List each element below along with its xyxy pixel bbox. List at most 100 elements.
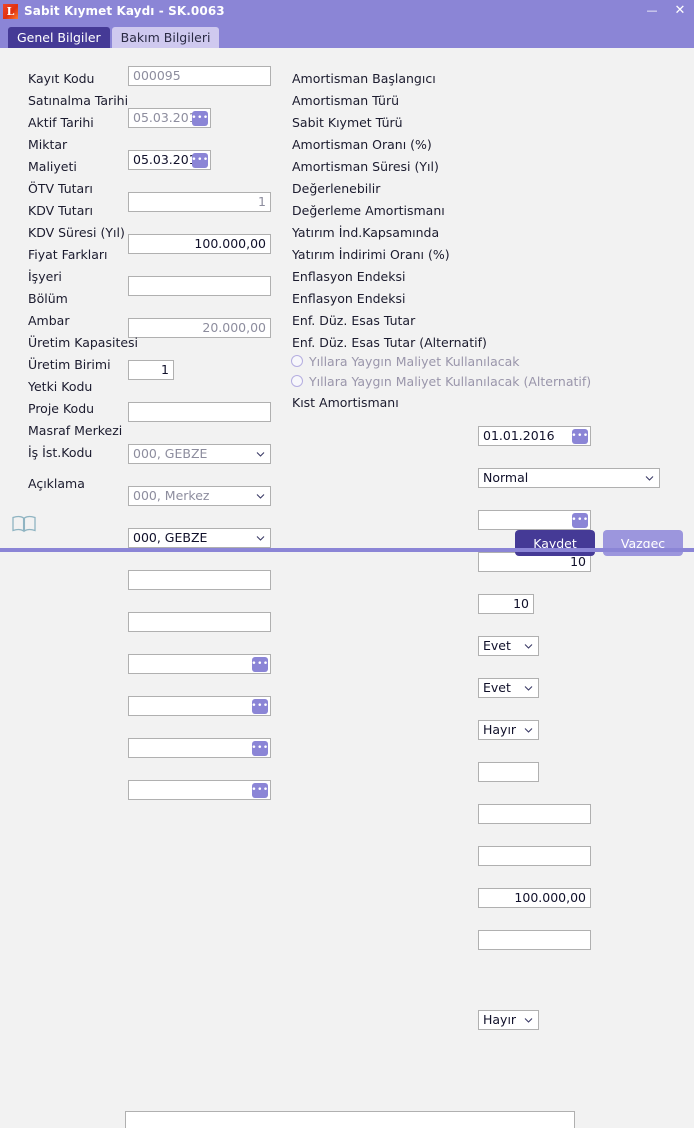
label-kdv-tutari: KDV Tutarı [28,202,93,218]
select-ambar[interactable]: 000, GEBZE [128,528,271,548]
browse-icon-sabit-kiymet-turu[interactable]: ••• [571,513,588,528]
footer-accent-bar [0,548,694,552]
book-icon[interactable] [11,514,37,534]
label-otv-tutari: ÖTV Tutarı [28,180,93,196]
label-amortisman-orani: Amortisman Oranı (%) [292,136,432,152]
label-enf-duz-esas-tutar-alternatif: Enf. Düz. Esas Tutar (Alternatif) [292,334,487,350]
label-yetki-kodu: Yetki Kodu [28,378,93,394]
label-proje-kodu: Proje Kodu [28,400,95,416]
select-bolum[interactable]: 000, Merkez [128,486,271,506]
input-enf-duz-esas-tutar-alternatif[interactable] [478,930,591,950]
logo-app-icon: L [3,3,18,19]
input-enflasyon-endeksi-2[interactable] [478,846,591,866]
input-kdv-tutari[interactable]: 20.000,00 [128,318,271,338]
input-yetki-kodu[interactable]: ••• [128,654,271,674]
tab-genel-bilgiler[interactable]: Genel Bilgiler [8,27,110,48]
label-is-ist-kodu: İş İst.Kodu [28,444,93,460]
label-enflasyon-endeksi-2: Enflasyon Endeksi [292,290,406,306]
select-degerleme-amortismani[interactable]: Evet [478,678,539,698]
chevron-down-icon-bolum [256,492,265,501]
input-sabit-kiymet-turu[interactable]: ••• [478,510,591,530]
checkbox-icon-yillara-yaygin-maliyet-alternatif[interactable] [291,375,303,387]
input-aktif-tarihi[interactable]: 05.03.2016 ••• [128,150,211,170]
label-satinalma-tarihi: Satınalma Tarihi [28,92,129,108]
input-fiyat-farklari[interactable] [128,402,271,422]
label-yatirim-ind-kapsaminda: Yatırım İnd.Kapsamında [292,224,440,240]
input-uretim-kapasitesi[interactable] [128,570,271,590]
select-degerlenebilir[interactable]: Evet [478,636,539,656]
label-degerlenebilir: Değerlenebilir [292,180,381,196]
select-kist-amortismani[interactable]: Hayır [478,1010,539,1030]
chevron-down-icon-yatirim-ind-kapsaminda [524,726,533,735]
browse-icon-masraf-merkezi[interactable]: ••• [251,741,268,756]
label-isyeri: İşyeri [28,268,62,284]
input-miktar[interactable]: 1 [128,192,271,212]
chevron-down-icon-isyeri [256,450,265,459]
input-masraf-merkezi[interactable]: ••• [128,738,271,758]
label-bolum: Bölüm [28,290,68,306]
input-aciklama[interactable] [125,1111,575,1128]
input-yatirim-indirimi-orani[interactable] [478,762,539,782]
label-enflasyon-endeksi-1: Enflasyon Endeksi [292,268,406,284]
label-miktar: Miktar [28,136,68,152]
tab-strip: Genel Bilgiler Bakım Bilgileri [0,22,694,48]
form-body: Kayıt Kodu 000095 Satınalma Tarihi 05.03… [0,48,694,1128]
label-amortisman-suresi: Amortisman Süresi (Yıl) [292,158,439,174]
input-kdv-suresi[interactable]: 1 [128,360,174,380]
input-uretim-birimi[interactable] [128,612,271,632]
label-amortisman-baslangici: Amortisman Başlangıcı [292,70,436,86]
input-enf-duz-esas-tutar[interactable]: 100.000,00 [478,888,591,908]
label-maliyeti: Maliyeti [28,158,77,174]
input-satinalma-tarihi[interactable]: 05.03.2016 ••• [128,108,211,128]
chevron-down-icon-ambar [256,534,265,543]
label-kayit-kodu: Kayıt Kodu [28,70,95,86]
chevron-down-icon-amortisman-turu [645,474,654,483]
checkbox-label-yillara-yaygin-maliyet: Yıllara Yaygın Maliyet Kullanılacak [309,353,520,369]
select-isyeri[interactable]: 000, GEBZE [128,444,271,464]
close-icon[interactable]: ✕ [672,0,688,22]
input-amortisman-baslangici[interactable]: 01.01.2016 ••• [478,426,591,446]
select-yatirim-ind-kapsaminda[interactable]: Hayır [478,720,539,740]
tab-bakim-bilgileri[interactable]: Bakım Bilgileri [111,27,220,48]
window-controls: — ✕ [644,0,688,22]
checkbox-icon-yillara-yaygin-maliyet[interactable] [291,355,303,367]
label-masraf-merkezi: Masraf Merkezi [28,422,123,438]
label-sabit-kiymet-turu: Sabit Kıymet Türü [292,114,403,130]
input-kayit-kodu[interactable]: 000095 [128,66,271,86]
label-aktif-tarihi: Aktif Tarihi [28,114,94,130]
select-amortisman-turu[interactable]: Normal [478,468,660,488]
title-bar: L Sabit Kıymet Kaydı - SK.0063 — ✕ [0,0,694,22]
label-amortisman-turu: Amortisman Türü [292,92,400,108]
label-kdv-suresi: KDV Süresi (Yıl) [28,224,125,240]
input-otv-tutari[interactable] [128,276,271,296]
label-aciklama: Açıklama [28,475,85,491]
checkbox-row-yillara-yaygin-maliyet-alternatif[interactable]: Yıllara Yaygın Maliyet Kullanılacak (Alt… [291,372,591,390]
browse-icon-aktif-tarihi[interactable]: ••• [191,153,208,168]
chevron-down-icon-kist-amortismani [524,1016,533,1025]
browse-icon-proje-kodu[interactable]: ••• [251,699,268,714]
cancel-button[interactable]: Vazgeç [603,530,683,556]
input-amortisman-suresi[interactable]: 10 [478,594,534,614]
input-proje-kodu[interactable]: ••• [128,696,271,716]
label-fiyat-farklari: Fiyat Farkları [28,246,108,262]
label-kist-amortismani: Kıst Amortismanı [292,394,399,410]
window-title: Sabit Kıymet Kaydı - SK.0063 [24,4,225,18]
label-enf-duz-esas-tutar: Enf. Düz. Esas Tutar [292,312,416,328]
browse-icon-is-ist-kodu[interactable]: ••• [251,783,268,798]
minimize-icon[interactable]: — [644,0,660,22]
browse-icon-yetki-kodu[interactable]: ••• [251,657,268,672]
label-yatirim-indirimi-orani: Yatırım İndirimi Oranı (%) [292,246,450,262]
save-button[interactable]: Kaydet [515,530,595,556]
checkbox-label-yillara-yaygin-maliyet-alternatif: Yıllara Yaygın Maliyet Kullanılacak (Alt… [309,373,592,389]
chevron-down-icon-degerleme-amortismani [524,684,533,693]
label-ambar: Ambar [28,312,70,328]
input-maliyeti[interactable]: 100.000,00 [128,234,271,254]
input-is-ist-kodu[interactable]: ••• [128,780,271,800]
checkbox-row-yillara-yaygin-maliyet[interactable]: Yıllara Yaygın Maliyet Kullanılacak [291,352,520,370]
chevron-down-icon-degerlenebilir [524,642,533,651]
browse-icon-amortisman-baslangici[interactable]: ••• [571,429,588,444]
browse-icon-satinalma-tarihi[interactable]: ••• [191,111,208,126]
label-degerleme-amortismani: Değerleme Amortismanı [292,202,445,218]
input-enflasyon-endeksi-1[interactable] [478,804,591,824]
label-uretim-kapasitesi: Üretim Kapasitesi [28,334,139,350]
